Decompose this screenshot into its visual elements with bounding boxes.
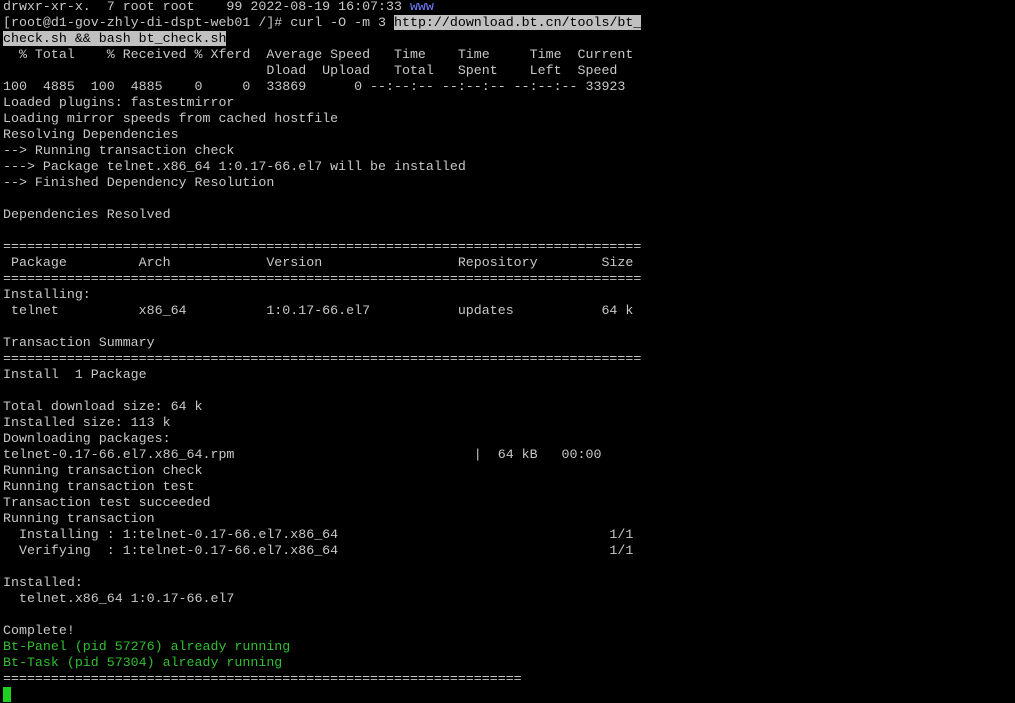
line-text: Transaction test succeeded	[3, 495, 211, 510]
terminal-line: Installing:	[3, 287, 1013, 303]
line-text: Installing : 1:telnet-0.17-66.el7.x86_64…	[3, 527, 634, 542]
line-text: ========================================…	[3, 271, 642, 286]
terminal-line: Verifying : 1:telnet-0.17-66.el7.x86_64 …	[3, 543, 1013, 559]
selected-text: http://download.bt.cn/tools/bt_	[394, 15, 642, 30]
terminal-line: Running transaction test	[3, 479, 1013, 495]
terminal-line: Total download size: 64 k	[3, 399, 1013, 415]
line-text: ========================================…	[3, 351, 642, 366]
terminal-line: [root@d1-gov-zhly-di-dspt-web01 /]# curl…	[3, 15, 1013, 31]
line-text: Loading mirror speeds from cached hostfi…	[3, 111, 339, 126]
terminal-line: Loading mirror speeds from cached hostfi…	[3, 111, 1013, 127]
terminal-line: --> Running transaction check	[3, 143, 1013, 159]
terminal-output[interactable]: drwxr-xr-x. 7 root root 99 2022-08-19 16…	[3, 0, 1013, 702]
terminal-line: Dload Upload Total Spent Left Speed	[3, 63, 1013, 79]
line-text: --> Running transaction check	[3, 143, 235, 158]
line-text: Running transaction check	[3, 463, 203, 478]
line-text: Complete!	[3, 623, 75, 638]
line-text: % Total % Received % Xferd Average Speed…	[3, 47, 634, 62]
line-text: ---> Package telnet.x86_64 1:0.17-66.el7…	[3, 159, 466, 174]
line-text: drwxr-xr-x. 7 root root 99 2022-08-19 16…	[3, 0, 410, 14]
terminal-line: Package Arch Version Repository Size	[3, 255, 1013, 271]
line-text: [root@d1-gov-zhly-di-dspt-web01 /]# curl…	[3, 15, 394, 30]
line-text: ========================================…	[3, 671, 522, 686]
terminal-line: Transaction test succeeded	[3, 495, 1013, 511]
line-text: Transaction Summary	[3, 335, 155, 350]
terminal-lines: drwxr-xr-x. 7 root root 99 2022-08-19 16…	[3, 0, 1013, 687]
line-text: Loaded plugins: fastestmirror	[3, 95, 235, 110]
line-text: Total download size: 64 k	[3, 399, 203, 414]
terminal-line: Bt-Task (pid 57304) already running	[3, 655, 1013, 671]
terminal-line: drwxr-xr-x. 7 root root 99 2022-08-19 16…	[3, 0, 1013, 15]
line-text: --> Finished Dependency Resolution	[3, 175, 275, 190]
terminal-line: telnet x86_64 1:0.17-66.el7 updates 64 k	[3, 303, 1013, 319]
terminal-line: Running transaction	[3, 511, 1013, 527]
terminal-line: 100 4885 100 4885 0 0 33869 0 --:--:-- -…	[3, 79, 1013, 95]
terminal-line: Loaded plugins: fastestmirror	[3, 95, 1013, 111]
line-text: Install 1 Package	[3, 367, 147, 382]
line-text: Running transaction test	[3, 479, 195, 494]
terminal-line: ========================================…	[3, 351, 1013, 367]
line-text: Package Arch Version Repository Size	[3, 255, 634, 270]
terminal-line: check.sh && bash bt_check.sh	[3, 31, 1013, 47]
line-text: Dependencies Resolved	[3, 207, 171, 222]
terminal-line: Transaction Summary	[3, 335, 1013, 351]
colored-text: Bt-Panel (pid 57276) already running	[3, 639, 291, 654]
line-text: Installed:	[3, 575, 83, 590]
colored-text: www	[409, 0, 434, 14]
line-text: Downloading packages:	[3, 431, 171, 446]
terminal-line: Install 1 Package	[3, 367, 1013, 383]
terminal-line: ========================================…	[3, 239, 1013, 255]
line-text: Dload Upload Total Spent Left Speed	[3, 63, 618, 78]
line-text: telnet x86_64 1:0.17-66.el7 updates 64 k	[3, 303, 634, 318]
terminal-line: ========================================…	[3, 271, 1013, 287]
line-text: Running transaction	[3, 511, 155, 526]
line-text: telnet.x86_64 1:0.17-66.el7	[3, 591, 235, 606]
terminal-line: % Total % Received % Xferd Average Speed…	[3, 47, 1013, 63]
line-text: Installed size: 113 k	[3, 415, 171, 430]
line-text: Resolving Dependencies	[3, 127, 179, 142]
terminal-line: ---> Package telnet.x86_64 1:0.17-66.el7…	[3, 159, 1013, 175]
terminal-line: Installed:	[3, 575, 1013, 591]
terminal-line: Bt-Panel (pid 57276) already running	[3, 639, 1013, 655]
terminal-line: telnet.x86_64 1:0.17-66.el7	[3, 591, 1013, 607]
selected-text: check.sh && bash bt_check.sh	[3, 31, 227, 46]
line-text: Installing:	[3, 287, 91, 302]
prompt-line[interactable]	[3, 687, 1013, 703]
terminal-line: telnet-0.17-66.el7.x86_64.rpm | 64 kB 00…	[3, 447, 1013, 463]
line-text: Verifying : 1:telnet-0.17-66.el7.x86_64 …	[3, 543, 634, 558]
terminal-line: Running transaction check	[3, 463, 1013, 479]
terminal-line: Resolving Dependencies	[3, 127, 1013, 143]
terminal-line: Installing : 1:telnet-0.17-66.el7.x86_64…	[3, 527, 1013, 543]
terminal-line: Downloading packages:	[3, 431, 1013, 447]
line-text: 100 4885 100 4885 0 0 33869 0 --:--:-- -…	[3, 79, 626, 94]
line-text: telnet-0.17-66.el7.x86_64.rpm | 64 kB 00…	[3, 447, 602, 462]
terminal-line: Installed size: 113 k	[3, 415, 1013, 431]
terminal-line: Complete!	[3, 623, 1013, 639]
line-text: ========================================…	[3, 239, 642, 254]
terminal-line: ========================================…	[3, 671, 1013, 687]
colored-text: Bt-Task (pid 57304) already running	[3, 655, 283, 670]
terminal-line: Dependencies Resolved	[3, 207, 1013, 223]
terminal-cursor	[3, 687, 11, 702]
terminal-line: --> Finished Dependency Resolution	[3, 175, 1013, 191]
